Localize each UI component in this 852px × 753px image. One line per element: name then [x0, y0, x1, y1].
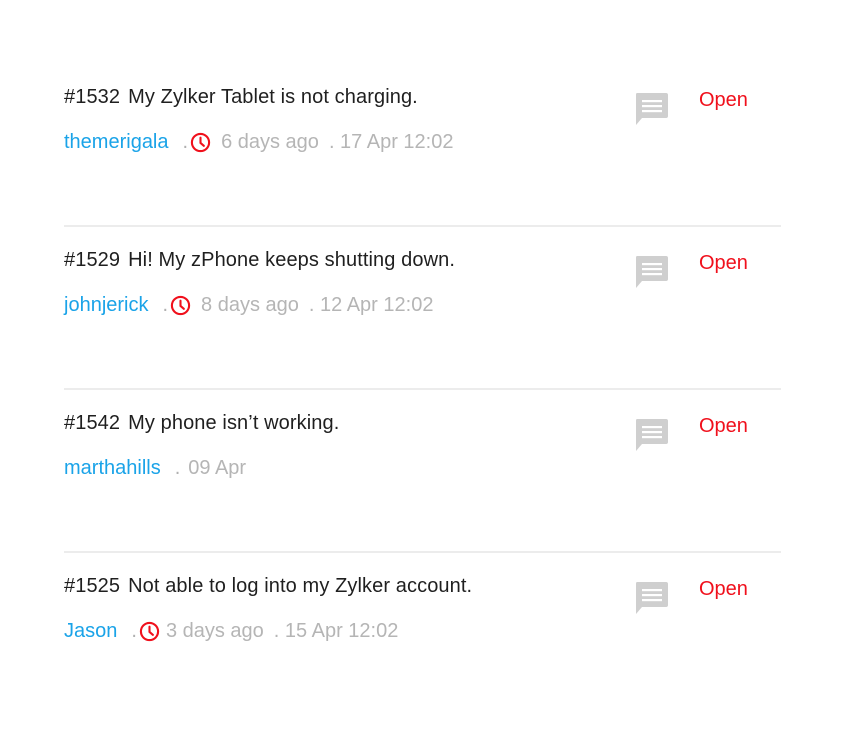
clock-icon: [190, 132, 211, 153]
ticket-row[interactable]: #1542 My phone isn’t working. marthahills…: [64, 390, 781, 553]
absolute-time: 09 Apr: [188, 457, 247, 479]
clock-icon: [170, 295, 191, 316]
ticket-id: #1542: [64, 412, 121, 434]
status-badge[interactable]: Open: [699, 89, 748, 112]
ticket-meta: marthahills . 09 Apr: [64, 457, 246, 480]
status-badge[interactable]: Open: [699, 252, 748, 275]
absolute-time: . 17 Apr 12:02: [328, 131, 454, 153]
ticket-title[interactable]: #1532 My Zylker Tablet is not charging.: [64, 86, 418, 109]
ticket-list: #1532 My Zylker Tablet is not charging. t…: [64, 64, 781, 716]
relative-time: 6 days ago: [221, 131, 319, 153]
status-badge[interactable]: Open: [699, 578, 748, 601]
relative-time: 3 days ago: [165, 620, 264, 642]
ticket-meta: johnjerick . 8 days ago . 12 Apr 12:02: [64, 294, 433, 317]
comment-icon[interactable]: [634, 91, 669, 127]
ticket-row[interactable]: #1525 Not able to log into my Zylker acco…: [64, 553, 781, 716]
requester-link[interactable]: marthahills: [64, 457, 161, 480]
relative-time: 8 days ago: [201, 294, 299, 316]
requester-link[interactable]: johnjerick: [64, 294, 148, 317]
ticket-meta: Jason . 3 days ago . 15 Apr 12:02: [64, 620, 398, 643]
separator: .: [131, 620, 137, 642]
requester-link[interactable]: Jason: [64, 620, 117, 643]
clock-icon: [139, 621, 160, 642]
ticket-id: #1529: [64, 249, 121, 271]
absolute-time: . 12 Apr 12:02: [308, 294, 434, 316]
ticket-subject: Not able to log into my Zylker account.: [128, 575, 473, 597]
ticket-id: #1525: [64, 575, 121, 597]
ticket-title[interactable]: #1529 Hi! My zPhone keeps shutting down.: [64, 249, 455, 272]
ticket-subject: My Zylker Tablet is not charging.: [128, 86, 418, 108]
status-badge[interactable]: Open: [699, 415, 748, 438]
comment-icon[interactable]: [634, 417, 669, 453]
separator: .: [174, 457, 181, 479]
separator: .: [162, 294, 169, 316]
ticket-meta: themerigala . 6 days ago . 17 Apr 12:02: [64, 131, 453, 154]
comment-icon[interactable]: [634, 254, 669, 290]
ticket-title[interactable]: #1525 Not able to log into my Zylker acco…: [64, 575, 472, 598]
comment-icon[interactable]: [634, 580, 669, 616]
ticket-id: #1532: [64, 86, 121, 108]
ticket-title[interactable]: #1542 My phone isn’t working.: [64, 412, 339, 435]
ticket-row[interactable]: #1529 Hi! My zPhone keeps shutting down. …: [64, 227, 781, 390]
ticket-subject: Hi! My zPhone keeps shutting down.: [128, 249, 456, 271]
separator: .: [182, 131, 189, 153]
ticket-subject: My phone isn’t working.: [128, 412, 340, 434]
requester-link[interactable]: themerigala: [64, 131, 169, 154]
ticket-row[interactable]: #1532 My Zylker Tablet is not charging. t…: [64, 64, 781, 227]
absolute-time: . 15 Apr 12:02: [273, 620, 399, 642]
